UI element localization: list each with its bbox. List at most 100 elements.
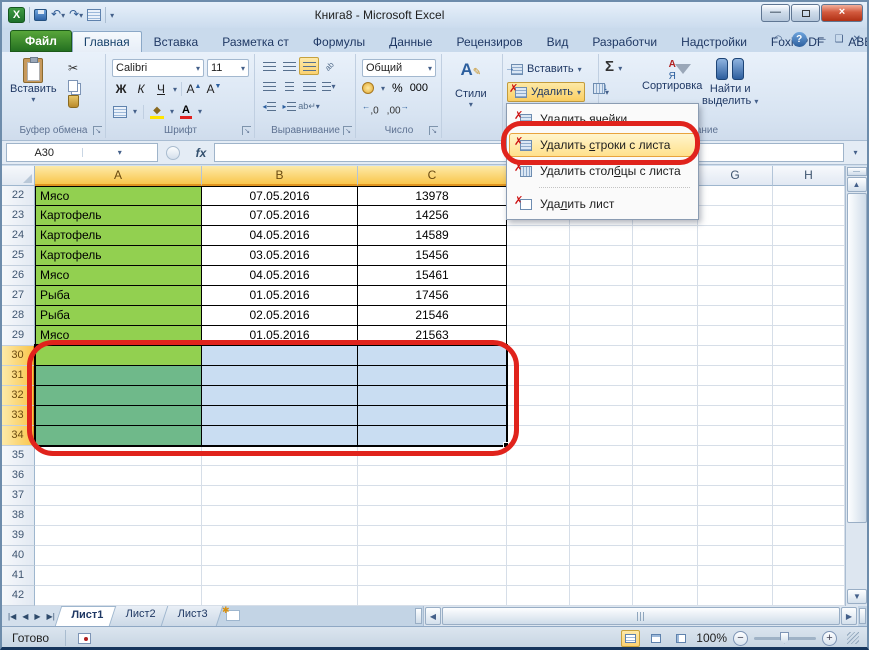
cell-B42[interactable] [202,586,358,606]
cell-B27[interactable]: 01.05.2016 [202,286,358,306]
autosum-button[interactable]: Σ ▾ [605,58,622,75]
decrease-indent-icon[interactable]: ◂ [259,97,279,115]
row-header-39[interactable]: 39 [2,526,35,546]
cell-C37[interactable] [358,486,507,506]
cell-A29[interactable]: Мясо [35,326,202,346]
minimize-button[interactable]: — [761,4,790,22]
cell-B36[interactable] [202,466,358,486]
zoom-level[interactable]: 100% [696,631,727,645]
cell-H36[interactable] [773,466,845,486]
cell-G36[interactable] [698,466,773,486]
restore-button[interactable] [791,4,820,22]
cell-G35[interactable] [698,446,773,466]
prev-sheet-icon[interactable]: ◀ [20,612,30,621]
cell-A26[interactable]: Мясо [35,266,202,286]
cell-D24[interactable] [507,226,570,246]
cell-C28[interactable]: 21546 [358,306,507,326]
cell-H27[interactable] [773,286,845,306]
cell-B34[interactable] [202,426,358,446]
cell-G22[interactable] [698,186,773,206]
cell-C38[interactable] [358,506,507,526]
dialog-launcher-icon[interactable]: ↘ [343,126,352,135]
cell-A37[interactable] [35,486,202,506]
row-header-37[interactable]: 37 [2,486,35,506]
menu-item-удалить-трокисли[interactable]: ✗Удалить строки с листа [509,132,696,158]
cell-F29[interactable] [633,326,698,346]
scrollbar-split-handle[interactable] [859,608,866,624]
cell-G29[interactable] [698,326,773,346]
zoom-in-icon[interactable]: + [822,631,837,646]
page-layout-view-button[interactable] [646,630,665,647]
font-size-combo[interactable]: 11▾ [207,59,249,77]
cell-A42[interactable] [35,586,202,606]
scroll-down-icon[interactable]: ▼ [847,589,867,604]
menu-item-удалить-чейки[interactable]: ✗Удалить ячейки... [509,106,696,132]
cell-E27[interactable] [570,286,633,306]
cell-A31[interactable] [35,366,202,386]
cell-F32[interactable] [633,386,698,406]
page-break-view-button[interactable] [671,630,690,647]
scroll-up-icon[interactable]: ▲ [847,177,867,192]
cell-E41[interactable] [570,566,633,586]
cell-H32[interactable] [773,386,845,406]
cell-G40[interactable] [698,546,773,566]
resize-grip[interactable] [847,632,859,644]
cell-F27[interactable] [633,286,698,306]
sheet-tab-лист3[interactable]: Лист3 [161,606,224,626]
vertical-scroll-thumb[interactable] [847,193,867,523]
row-header-25[interactable]: 25 [2,246,35,266]
cell-H23[interactable] [773,206,845,226]
cell-H24[interactable] [773,226,845,246]
wrap-text-icon[interactable]: ab↵▾ [299,97,319,115]
zoom-out-icon[interactable]: − [733,631,748,646]
sort-filter-button[interactable]: АЯ Сортировка [642,58,702,92]
cell-A36[interactable] [35,466,202,486]
cell-A41[interactable] [35,566,202,586]
cell-F38[interactable] [633,506,698,526]
cell-F40[interactable] [633,546,698,566]
format-painter-icon[interactable] [68,95,79,108]
cell-C42[interactable] [358,586,507,606]
fill-handle[interactable] [503,442,509,448]
cell-A28[interactable]: Рыба [35,306,202,326]
percent-style-button[interactable]: % [392,81,403,95]
cell-F34[interactable] [633,426,698,446]
cell-E40[interactable] [570,546,633,566]
cell-C41[interactable] [358,566,507,586]
select-all-corner[interactable] [2,166,35,186]
cell-H42[interactable] [773,586,845,606]
font-color-icon[interactable]: А [180,104,192,119]
cell-C27[interactable]: 17456 [358,286,507,306]
cell-G42[interactable] [698,586,773,606]
cell-F35[interactable] [633,446,698,466]
cell-C40[interactable] [358,546,507,566]
cell-F30[interactable] [633,346,698,366]
row-header-34[interactable]: 34 [2,426,35,446]
horizontal-scroll-thumb[interactable] [442,607,840,625]
column-header-A[interactable]: A [35,166,202,186]
zoom-slider-thumb[interactable] [780,632,789,644]
cell-F28[interactable] [633,306,698,326]
cell-A22[interactable]: Мясо [35,186,202,206]
cell-D27[interactable] [507,286,570,306]
cell-A23[interactable]: Картофель [35,206,202,226]
cell-F33[interactable] [633,406,698,426]
delete-cells-button[interactable]: ✗ Удалить▾ [507,82,585,102]
align-right-icon[interactable] [299,77,319,95]
cell-D31[interactable] [507,366,570,386]
cell-F37[interactable] [633,486,698,506]
cell-C23[interactable]: 14256 [358,206,507,226]
cell-B23[interactable]: 07.05.2016 [202,206,358,226]
cell-D28[interactable] [507,306,570,326]
underline-button[interactable]: Ч [153,82,169,96]
cell-E32[interactable] [570,386,633,406]
cell-C25[interactable]: 15456 [358,246,507,266]
cell-B39[interactable] [202,526,358,546]
cell-C32[interactable] [358,386,507,406]
scroll-right-icon[interactable]: ▶ [841,607,857,625]
collapse-ribbon-icon[interactable]: ◠ [774,34,783,45]
cell-G38[interactable] [698,506,773,526]
dialog-launcher-icon[interactable]: ↘ [429,126,438,135]
cell-A35[interactable] [35,446,202,466]
cell-H41[interactable] [773,566,845,586]
